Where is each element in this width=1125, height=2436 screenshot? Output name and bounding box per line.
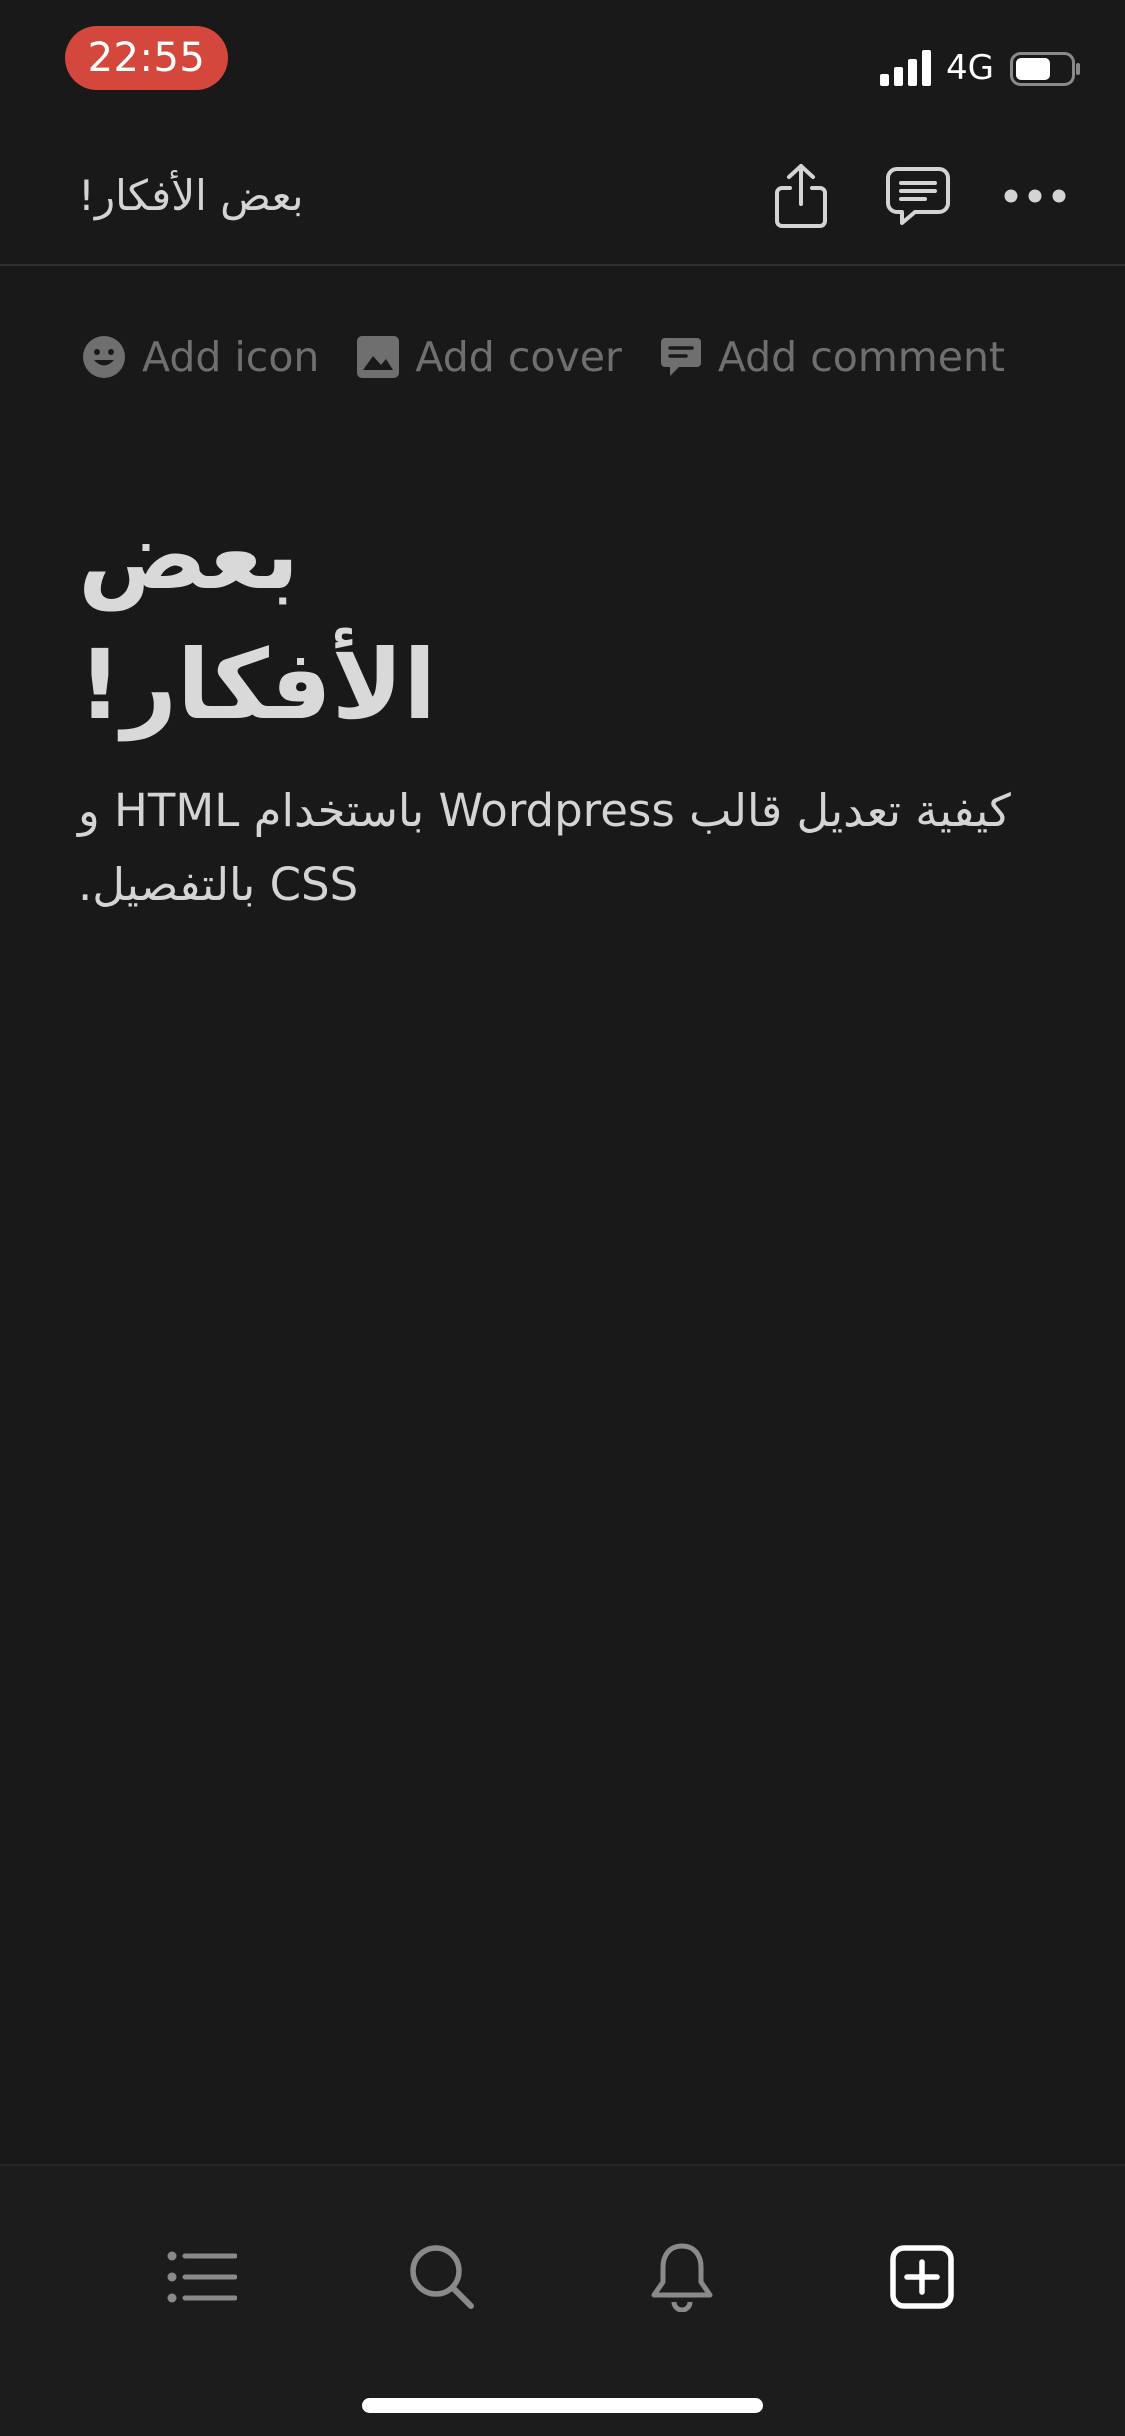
more-dots-icon bbox=[1004, 189, 1066, 203]
list-icon bbox=[167, 2251, 237, 2303]
add-comment-button[interactable]: Add comment bbox=[660, 327, 1005, 387]
image-icon bbox=[357, 336, 400, 378]
share-button[interactable] bbox=[763, 158, 839, 234]
tab-new-page[interactable] bbox=[877, 2232, 967, 2322]
tab-list[interactable] bbox=[157, 2232, 247, 2322]
nav-page-title[interactable]: بعض الأفكار! bbox=[78, 166, 498, 226]
bell-icon bbox=[651, 2243, 713, 2312]
home-indicator[interactable] bbox=[362, 2398, 763, 2413]
more-options-button[interactable] bbox=[997, 158, 1073, 234]
top-navigation-bar: بعض الأفكار! bbox=[0, 130, 1125, 266]
smiley-icon bbox=[83, 336, 125, 378]
add-icon-button[interactable]: Add icon bbox=[82, 327, 319, 387]
search-icon bbox=[410, 2245, 474, 2309]
page-body-text[interactable]: كيفية تعديل قالب Wordpress باستخدام HTML… bbox=[78, 774, 1048, 922]
share-icon bbox=[775, 164, 827, 228]
network-type: 4G bbox=[946, 48, 994, 88]
new-page-icon bbox=[890, 2245, 954, 2309]
comment-bubble-icon bbox=[886, 167, 950, 225]
add-cover-button[interactable]: Add cover bbox=[357, 327, 622, 387]
page-content: بعض الأفكار! كيفية تعديل قالب Wordpress … bbox=[78, 490, 1048, 922]
tab-search[interactable] bbox=[397, 2232, 487, 2322]
bottom-tab-bar bbox=[0, 2164, 1125, 2436]
battery-icon bbox=[1010, 52, 1080, 86]
tab-notifications[interactable] bbox=[637, 2232, 727, 2322]
status-time: 22:55 bbox=[65, 26, 228, 90]
add-icon-label: Add icon bbox=[142, 333, 320, 381]
cellular-signal-icon bbox=[880, 50, 931, 86]
page-actions: Add icon Add cover Add comment bbox=[82, 326, 1005, 388]
page-title[interactable]: بعض الأفكار! bbox=[78, 490, 578, 750]
comments-button[interactable] bbox=[880, 158, 956, 234]
add-cover-label: Add cover bbox=[415, 333, 622, 381]
add-comment-label: Add comment bbox=[717, 333, 1006, 381]
comment-icon bbox=[660, 338, 701, 376]
status-bar: 22:55 4G bbox=[0, 0, 1125, 130]
